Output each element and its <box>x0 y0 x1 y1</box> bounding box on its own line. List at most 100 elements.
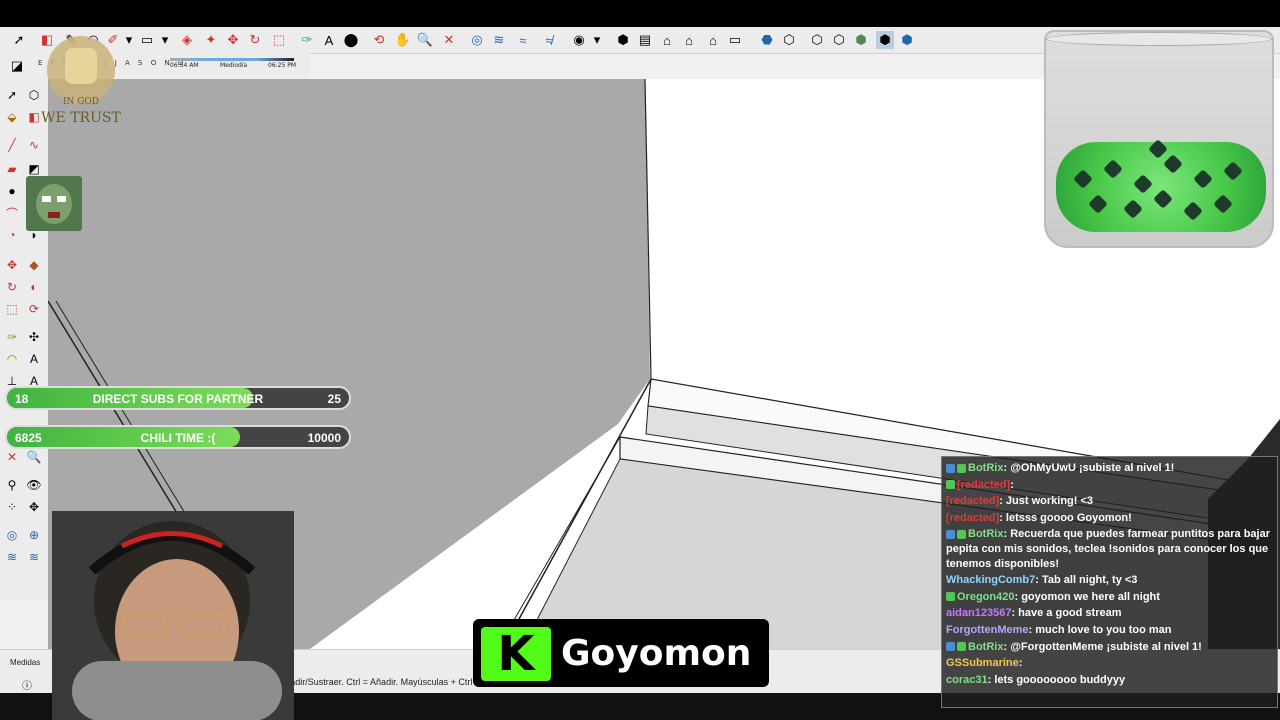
arc-icon[interactable]: ⌒ <box>4 205 20 221</box>
chat-username[interactable]: BotRix <box>968 641 1003 653</box>
wireframe-icon[interactable]: ⬡ <box>808 31 826 49</box>
select-tool-icon[interactable]: ➚ <box>10 31 28 49</box>
chat-username[interactable]: BotRix <box>968 462 1003 474</box>
sandbox-icon[interactable]: ≋ <box>4 549 20 565</box>
zoom-icon[interactable]: 🔍 <box>416 31 434 49</box>
select-tool-icon[interactable]: ➚ <box>4 87 20 103</box>
paint-bucket-icon[interactable]: ⬤ <box>342 31 360 49</box>
section-plane-icon[interactable]: ◎ <box>4 527 20 543</box>
streamer-webcam <box>52 511 294 720</box>
gem-icon <box>1213 194 1233 214</box>
push-pull-icon[interactable]: ◆ <box>26 257 42 273</box>
goal-title: CHILI TIME :( <box>140 431 216 445</box>
xray-style-icon[interactable]: ⬣ <box>758 31 776 49</box>
follow-me-icon[interactable]: ◐ <box>26 279 42 295</box>
sandbox-icon[interactable]: ≉ <box>540 31 558 49</box>
rotate-icon[interactable]: ↻ <box>4 279 20 295</box>
gem-icon <box>1133 174 1153 194</box>
svg-text:WE TRUST: WE TRUST <box>41 110 121 126</box>
chat-username[interactable]: [redacted] <box>946 495 999 507</box>
rotate-icon[interactable]: ↻ <box>246 31 264 49</box>
bot-badge-icon <box>946 642 955 652</box>
iso-view-icon[interactable]: ⬢ <box>614 31 632 49</box>
offset-icon[interactable]: ⟳ <box>26 301 42 317</box>
hidden-line-icon[interactable]: ⬡ <box>830 31 848 49</box>
rotated-rectangle-icon[interactable]: ◩ <box>26 161 42 177</box>
position-camera-icon[interactable]: ✥ <box>26 499 42 515</box>
chevron-down-icon[interactable]: ▾ <box>156 31 174 49</box>
chat-messages: BotRix: @OhMyUwU ¡subiste al nivel 1! [re… <box>946 461 1273 687</box>
chat-username[interactable]: aidan123567 <box>946 607 1011 619</box>
paint-bucket-icon[interactable]: ⬙ <box>4 109 20 125</box>
orbit-icon[interactable]: ⟲ <box>370 31 388 49</box>
webcam-overlay <box>52 511 294 720</box>
text-tool-icon[interactable]: A <box>320 31 338 49</box>
pie-icon[interactable]: ◔ <box>4 227 20 243</box>
shadows-toggle-icon[interactable]: ◪ <box>8 57 26 75</box>
chat-separator: : <box>999 511 1006 524</box>
protractor-icon[interactable]: ◠ <box>4 351 20 367</box>
chat-text: @OhMyUwU ¡subiste al nivel 1! <box>1010 462 1175 474</box>
chat-username[interactable]: ForgottenMeme <box>946 624 1029 636</box>
scale-icon[interactable]: ⬚ <box>4 301 20 317</box>
shaded-textures-icon[interactable]: ⬢ <box>876 31 894 49</box>
zoom-window-icon[interactable]: 🔍 <box>26 449 42 465</box>
mod-badge-icon <box>957 642 966 652</box>
smoove-icon[interactable]: ≋ <box>26 549 42 565</box>
back-edges-icon[interactable]: ⬡ <box>780 31 798 49</box>
chat-separator: : <box>1018 657 1023 670</box>
chat-text: @ForgottenMeme ¡subiste al nivel 1! <box>1010 640 1202 653</box>
chat-username[interactable]: Oregon420 <box>957 591 1014 603</box>
chat-username[interactable]: [redacted] <box>946 512 999 524</box>
chat-text: goyomon we here all night <box>1021 590 1160 603</box>
zoom-extents-icon[interactable]: ✕ <box>4 449 20 465</box>
styles-icon[interactable]: ≈ <box>514 31 532 49</box>
gem-icon <box>1148 139 1168 159</box>
rectangle-icon[interactable]: ▰ <box>4 161 20 177</box>
freehand-icon[interactable]: ∿ <box>26 137 42 153</box>
chat-overlay: BotRix: @OhMyUwU ¡subiste al nivel 1! [re… <box>941 456 1278 708</box>
dimension-icon[interactable]: ✣ <box>26 329 42 345</box>
zoom-extents-icon[interactable]: ✕ <box>440 31 458 49</box>
section-plane-icon[interactable]: ◉ <box>570 31 588 49</box>
bot-badge-icon <box>946 463 955 473</box>
look-around-icon[interactable]: 👁 <box>26 477 42 493</box>
layers-icon[interactable]: ≋ <box>490 31 508 49</box>
back-view-icon[interactable]: ⌂ <box>704 31 722 49</box>
chevron-down-icon[interactable]: ▾ <box>588 31 606 49</box>
push-pull-icon[interactable]: ◈ <box>178 31 196 49</box>
chat-message: WhackingComb7: Tab all night, ty <3 <box>946 573 1273 588</box>
left-toolbar: ➚ ⬡ ⬙ ◧ ╱ ∿ ▰ ◩ ● ⌒ ◔ ◗ ✥ ◆ ↻ ◐ ⬚ ⟳ ✑ ✣ … <box>0 79 49 599</box>
pan-icon[interactable]: ✋ <box>394 31 412 49</box>
circle-icon[interactable]: ● <box>4 183 20 199</box>
help-icon[interactable]: ⓘ <box>22 677 32 692</box>
walk-icon[interactable]: ⚲ <box>4 477 20 493</box>
goal-bar-chili: 6825 CHILI TIME :( 10000 <box>5 425 351 449</box>
chat-username[interactable]: [redacted] <box>957 479 1010 491</box>
chat-username[interactable]: WhackingComb7 <box>946 574 1035 586</box>
shaded-icon[interactable]: ⬢ <box>852 31 870 49</box>
right-view-icon[interactable]: ⌂ <box>680 31 698 49</box>
display-section-icon[interactable]: ⊕ <box>26 527 42 543</box>
text-icon[interactable]: A <box>26 351 42 367</box>
shadow-time-slider[interactable] <box>170 58 294 61</box>
top-view-icon[interactable]: ▤ <box>636 31 654 49</box>
monochrome-icon[interactable]: ⬢ <box>898 31 916 49</box>
bot-badge-icon <box>946 529 955 539</box>
chat-username[interactable]: BotRix <box>968 528 1003 540</box>
scale-icon[interactable]: ⬚ <box>270 31 288 49</box>
tape-measure-icon[interactable]: ✑ <box>4 329 20 345</box>
left-view-icon[interactable]: ▭ <box>726 31 744 49</box>
move-icon[interactable]: ✥ <box>224 31 242 49</box>
follow-me-icon[interactable]: ✦ <box>202 31 220 49</box>
line-icon[interactable]: ╱ <box>4 137 20 153</box>
chat-username[interactable]: corac31 <box>946 674 988 686</box>
xray-icon[interactable]: ◎ <box>468 31 486 49</box>
footprints-icon[interactable]: ⁘ <box>4 499 20 515</box>
rectangle-tool-icon[interactable]: ▭ <box>138 31 156 49</box>
tape-measure-icon[interactable]: ✑ <box>298 31 316 49</box>
front-view-icon[interactable]: ⌂ <box>658 31 676 49</box>
chat-message: aidan123567: have a good stream <box>946 606 1273 621</box>
move-icon[interactable]: ✥ <box>4 257 20 273</box>
chat-username[interactable]: GSSubmarine <box>946 657 1019 669</box>
